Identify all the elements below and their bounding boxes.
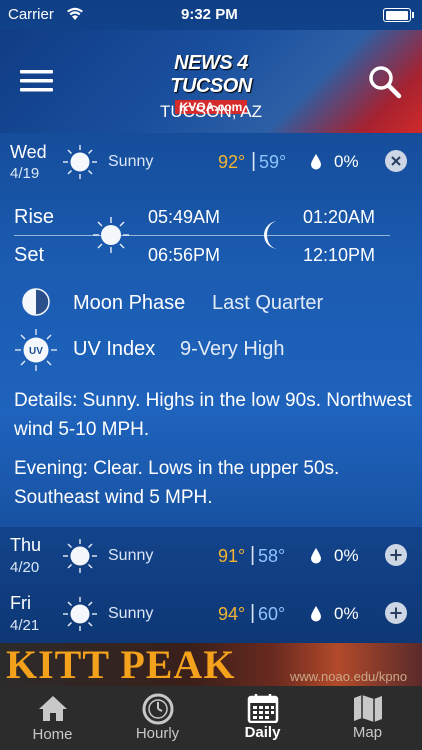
hamburger-icon	[20, 70, 53, 92]
expand-button[interactable]	[385, 544, 407, 566]
ad-title: KITT PEAK	[6, 643, 236, 686]
temp-divider: |	[250, 544, 256, 566]
tab-label: Daily	[244, 724, 281, 741]
day-date: 4/21	[10, 617, 40, 634]
collapse-button[interactable]	[385, 150, 407, 172]
moon-phase-label: Moon Phase	[73, 292, 186, 314]
day-date: 4/19	[10, 165, 40, 182]
tab-label: Hourly	[135, 725, 180, 742]
logo-title: NEWS 4 TUCSON	[170, 52, 252, 97]
svg-text:UV: UV	[29, 346, 43, 357]
search-button[interactable]	[368, 65, 402, 99]
condition-label: Sunny	[108, 153, 154, 170]
sunny-icon	[63, 145, 97, 179]
temp-divider: |	[251, 150, 257, 172]
battery-icon	[383, 8, 414, 22]
uv-index-value: 9-Very High	[180, 338, 285, 360]
condition-label: Sunny	[108, 547, 154, 564]
details-text: Details: Sunny. Highs in the low 90s. No…	[14, 390, 412, 440]
forecast-row[interactable]: Thu 4/20 Sunny 91° | 58° 0%	[0, 527, 422, 585]
moonrise-time: 01:20AM	[303, 207, 376, 227]
set-label: Set	[14, 244, 45, 266]
clock-time: 9:32 PM	[181, 6, 238, 23]
tab-map[interactable]: Map	[315, 686, 420, 750]
clock-icon	[142, 693, 173, 725]
tab-daily[interactable]: Daily	[210, 686, 315, 750]
sun-icon	[93, 217, 129, 253]
raindrop-icon	[311, 606, 321, 622]
temp-divider: |	[250, 602, 256, 624]
condition-label: Sunny	[108, 605, 154, 622]
forecast-row[interactable]: Fri 4/21 Sunny 94° | 60° 0%	[0, 585, 422, 643]
map-icon	[353, 695, 382, 722]
app-header: NEWS 4 TUCSON KVOA.com TUCSON, AZ	[0, 30, 422, 133]
high-temp: 91°	[218, 546, 246, 566]
low-temp: 58°	[258, 546, 286, 566]
calendar-icon	[247, 694, 278, 724]
uv-index-label: UV Index	[73, 338, 156, 360]
close-icon	[391, 156, 401, 166]
menu-button[interactable]	[20, 68, 54, 94]
precip-chance: 0%	[334, 152, 359, 171]
tab-hourly[interactable]: Hourly	[105, 686, 210, 750]
sunrise-time: 05:49AM	[148, 207, 221, 227]
moon-phase-value: Last Quarter	[212, 292, 324, 314]
evening-text: Evening: Clear. Lows in the upper 50s. S…	[14, 458, 340, 508]
ad-url: www.noao.edu/kpno	[290, 669, 408, 684]
sunset-time: 06:56PM	[148, 245, 221, 265]
day-name: Wed	[10, 142, 47, 162]
day-name: Thu	[10, 535, 42, 555]
high-temp: 92°	[218, 152, 246, 172]
day-date: 4/20	[10, 559, 40, 576]
search-icon	[369, 66, 402, 99]
low-temp: 60°	[258, 604, 286, 624]
moonset-time: 12:10PM	[303, 245, 376, 265]
expand-button[interactable]	[385, 602, 407, 624]
precip-chance: 0%	[334, 604, 359, 623]
high-temp: 94°	[218, 604, 246, 624]
home-icon	[38, 696, 67, 721]
uv-icon: UV	[15, 329, 57, 371]
sunny-icon	[63, 539, 97, 573]
moon-phase-icon	[22, 288, 50, 316]
carrier-label: Carrier	[8, 6, 54, 23]
horizon-line	[14, 235, 390, 236]
tab-home[interactable]: Home	[0, 686, 105, 750]
plus-icon	[390, 549, 402, 561]
moon-icon	[264, 221, 278, 249]
tab-bar: Home Hourly Daily Map	[0, 686, 422, 750]
wifi-icon	[67, 7, 83, 20]
status-bar: Carrier 9:32 PM	[0, 0, 422, 30]
sunny-icon	[63, 597, 97, 631]
raindrop-icon	[311, 548, 321, 564]
plus-icon	[390, 607, 402, 619]
today-detail-card: Wed 4/19 Sunny 92° | 59° 0% Rise 05:49AM…	[0, 134, 422, 524]
tab-label: Home	[32, 726, 73, 743]
precip-chance: 0%	[334, 546, 359, 565]
low-temp: 59°	[259, 152, 287, 172]
rise-label: Rise	[14, 206, 55, 228]
raindrop-icon	[311, 154, 321, 170]
tab-label: Map	[352, 724, 383, 741]
day-name: Fri	[10, 593, 31, 613]
station-logo: NEWS 4 TUCSON KVOA.com	[136, 52, 286, 114]
ad-banner[interactable]: KITT PEAK www.noao.edu/kpno	[0, 643, 422, 686]
location-label: TUCSON, AZ	[159, 102, 262, 121]
